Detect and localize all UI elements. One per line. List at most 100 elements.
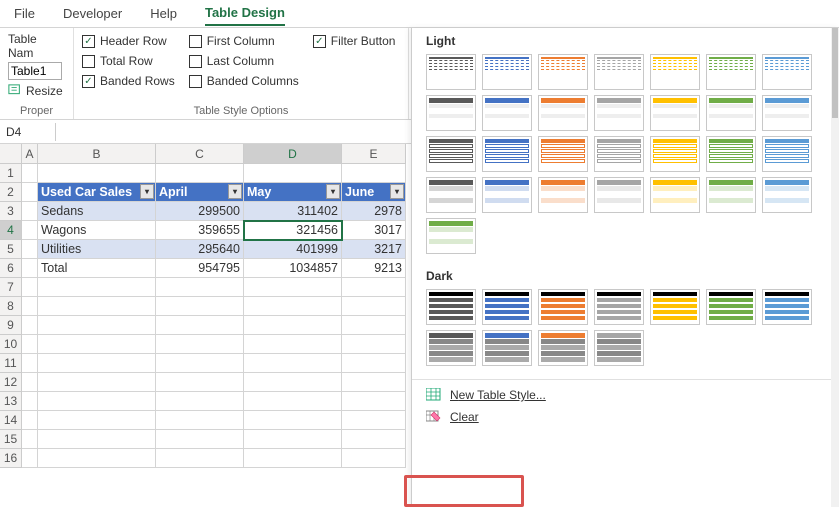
table-style-swatch[interactable] [482,177,532,213]
cell-E7[interactable] [342,278,406,297]
cell-E10[interactable] [342,335,406,354]
cell-D10[interactable] [244,335,342,354]
table-style-swatch[interactable] [650,177,700,213]
cell-B9[interactable] [38,316,156,335]
cell-E12[interactable] [342,373,406,392]
cell-B5[interactable]: Utilities [38,240,156,259]
cell-E1[interactable] [342,164,406,183]
chk-banded-columns[interactable]: Banded Columns [189,74,299,88]
table-style-swatch[interactable] [706,136,756,172]
cell-A5[interactable] [22,240,38,259]
filter-button-c[interactable]: ▾ [228,184,242,199]
row-header-14[interactable]: 14 [0,411,22,430]
cell-C7[interactable] [156,278,244,297]
row-header-6[interactable]: 6 [0,259,22,278]
cell-C11[interactable] [156,354,244,373]
table-style-swatch[interactable] [762,177,812,213]
cell-C4[interactable]: 359655 [156,221,244,240]
cell-E3[interactable]: 2978 [342,202,406,221]
cell-E9[interactable] [342,316,406,335]
cell-B8[interactable] [38,297,156,316]
col-header-a[interactable]: A [22,144,38,164]
cell-C14[interactable] [156,411,244,430]
cell-B16[interactable] [38,449,156,468]
cell-B7[interactable] [38,278,156,297]
cell-C8[interactable] [156,297,244,316]
row-header-5[interactable]: 5 [0,240,22,259]
cell-E8[interactable] [342,297,406,316]
cell-D13[interactable] [244,392,342,411]
table-style-swatch[interactable] [426,136,476,172]
cell-A3[interactable] [22,202,38,221]
table-style-swatch[interactable] [426,289,476,325]
table-style-swatch[interactable] [426,54,476,90]
col-header-e[interactable]: E [342,144,406,164]
row-header-2[interactable]: 2 [0,183,22,202]
cell-D4[interactable]: 321456 [244,221,342,240]
table-style-swatch[interactable] [594,136,644,172]
table-style-swatch[interactable] [482,136,532,172]
table-style-swatch[interactable] [482,330,532,366]
cell-E5[interactable]: 3217 [342,240,406,259]
cell-E11[interactable] [342,354,406,373]
cell-D1[interactable] [244,164,342,183]
cell-C3[interactable]: 299500 [156,202,244,221]
cell-A8[interactable] [22,297,38,316]
new-table-style-button[interactable]: New Table Style... [412,384,839,406]
row-header-13[interactable]: 13 [0,392,22,411]
cell-E13[interactable] [342,392,406,411]
row-header-8[interactable]: 8 [0,297,22,316]
select-all-corner[interactable] [0,144,22,164]
table-style-swatch[interactable] [538,289,588,325]
cell-E4[interactable]: 3017 [342,221,406,240]
resize-table-button[interactable]: Resize [8,84,65,98]
filter-button-b[interactable]: ▾ [140,184,154,199]
gallery-scrollbar[interactable] [831,28,839,507]
cell-D12[interactable] [244,373,342,392]
cell-B2[interactable]: Used Car Sales▾ [38,183,156,202]
cell-D6[interactable]: 1034857 [244,259,342,278]
cell-A2[interactable] [22,183,38,202]
cell-E2[interactable]: June▾ [342,183,406,202]
cell-D5[interactable]: 401999 [244,240,342,259]
cell-A12[interactable] [22,373,38,392]
cell-C10[interactable] [156,335,244,354]
chk-first-column[interactable]: First Column [189,34,299,48]
cell-A10[interactable] [22,335,38,354]
cell-A1[interactable] [22,164,38,183]
cell-D14[interactable] [244,411,342,430]
cell-A15[interactable] [22,430,38,449]
table-style-swatch[interactable] [706,289,756,325]
table-style-swatch[interactable] [594,95,644,131]
cell-B6[interactable]: Total [38,259,156,278]
table-style-swatch[interactable] [538,54,588,90]
cell-A14[interactable] [22,411,38,430]
tab-developer[interactable]: Developer [63,2,122,25]
table-name-input[interactable] [8,62,62,80]
tab-file[interactable]: File [14,2,35,25]
cell-B12[interactable] [38,373,156,392]
row-header-4[interactable]: 4 [0,221,22,240]
cell-A9[interactable] [22,316,38,335]
table-style-swatch[interactable] [594,177,644,213]
col-header-c[interactable]: C [156,144,244,164]
chk-total-row[interactable]: Total Row [82,54,175,68]
col-header-b[interactable]: B [38,144,156,164]
table-style-swatch[interactable] [650,289,700,325]
row-header-10[interactable]: 10 [0,335,22,354]
table-style-swatch[interactable] [482,289,532,325]
cell-C5[interactable]: 295640 [156,240,244,259]
table-style-swatch[interactable] [762,289,812,325]
cell-C12[interactable] [156,373,244,392]
cell-E16[interactable] [342,449,406,468]
table-style-swatch[interactable] [650,54,700,90]
cell-D15[interactable] [244,430,342,449]
cell-A11[interactable] [22,354,38,373]
table-style-swatch[interactable] [482,54,532,90]
table-style-swatch[interactable] [426,95,476,131]
table-style-swatch[interactable] [706,177,756,213]
table-style-swatch[interactable] [538,136,588,172]
table-style-swatch[interactable] [650,95,700,131]
row-header-7[interactable]: 7 [0,278,22,297]
table-style-swatch[interactable] [594,289,644,325]
